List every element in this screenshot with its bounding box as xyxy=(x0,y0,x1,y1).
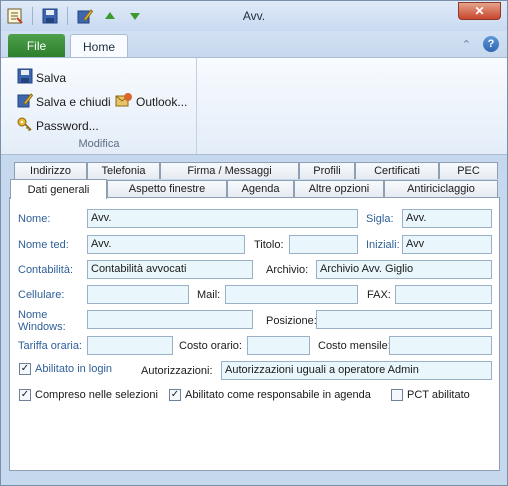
save-button-label: Salva xyxy=(36,70,67,85)
contabilita-field[interactable]: Contabilità avvocati xyxy=(87,260,253,279)
pct-abilitato-label: PCT abilitato xyxy=(407,389,470,401)
outlook-label: Outlook... xyxy=(136,94,188,109)
abilitato-login-label: Abilitato in login xyxy=(35,363,113,375)
costo-mensile-label: Costo mensile: xyxy=(318,340,391,352)
app-window: Avv. ✕ File Home ⌃ ? Salva Salva e chiud… xyxy=(0,0,508,486)
fax-field[interactable] xyxy=(395,285,492,304)
close-icon: ✕ xyxy=(474,4,485,18)
dialog-content: Indirizzo Telefonia Firma / Messaggi Pro… xyxy=(1,155,507,485)
window-title: Avv. xyxy=(242,9,266,23)
abilitato-login-checkbox[interactable]: ✓ xyxy=(19,363,31,375)
compreso-selezioni-checkbox[interactable]: ✓ xyxy=(19,389,31,401)
sigla-label: Sigla: xyxy=(366,213,394,225)
title-bar: Avv. ✕ xyxy=(1,1,507,31)
tab-agenda[interactable]: Agenda xyxy=(227,180,294,197)
responsabile-agenda-label: Abilitato come responsabile in agenda xyxy=(185,389,371,401)
tariffa-field[interactable] xyxy=(87,336,173,355)
mail-field[interactable] xyxy=(225,285,358,304)
save-button[interactable]: Salva xyxy=(17,68,66,87)
tab-indirizzo[interactable]: Indirizzo xyxy=(14,162,87,179)
titolo-label: Titolo: xyxy=(254,239,284,251)
save-close-label: Salva e chiudi xyxy=(36,94,111,109)
minimize-ribbon-icon[interactable]: ⌃ xyxy=(462,38,471,51)
iniziali-label: Iniziali: xyxy=(366,239,400,251)
posizione-field[interactable] xyxy=(316,310,492,329)
help-icon[interactable]: ? xyxy=(483,36,499,52)
outlook-icon xyxy=(115,92,133,111)
cellulare-label: Cellulare: xyxy=(18,289,65,301)
outlook-button[interactable]: Outlook... xyxy=(115,92,187,111)
tab-home[interactable]: Home xyxy=(70,34,128,58)
nome-ted-label: Nome ted: xyxy=(18,239,69,251)
check-icon: ✓ xyxy=(20,389,30,400)
nome-field[interactable]: Avv. xyxy=(87,209,358,228)
autorizzazioni-label: Autorizzazioni: xyxy=(141,365,213,377)
compreso-selezioni-label: Compreso nelle selezioni xyxy=(35,389,158,401)
sigla-field[interactable]: Avv. xyxy=(402,209,492,228)
nome-label: Nome: xyxy=(18,213,51,225)
tab-file[interactable]: File xyxy=(8,34,65,57)
close-button[interactable]: ✕ xyxy=(458,2,501,20)
key-icon xyxy=(17,116,33,135)
tab-altre-opzioni[interactable]: Altre opzioni xyxy=(294,180,384,197)
ribbon-panel: Salva Salva e chiudi Outlook... Password… xyxy=(1,57,507,155)
costo-mensile-field[interactable] xyxy=(389,336,492,355)
tab-antiriciclaggio[interactable]: Antiriciclaggio xyxy=(384,180,498,197)
posizione-label: Posizione: xyxy=(266,315,317,327)
nome-windows-field[interactable] xyxy=(87,310,253,329)
archivio-field[interactable]: Archivio Avv. Giglio xyxy=(316,260,492,279)
password-button[interactable]: Password... xyxy=(17,116,99,135)
tab-pec[interactable]: PEC xyxy=(439,162,498,179)
autorizzazioni-field[interactable]: Autorizzazioni uguali a operatore Admin xyxy=(221,361,492,380)
fax-label: FAX: xyxy=(367,289,391,301)
tab-firma-messaggi[interactable]: Firma / Messaggi xyxy=(160,162,299,179)
tab-profili[interactable]: Profili xyxy=(299,162,355,179)
ribbon-tab-row: File Home ⌃ ? xyxy=(1,31,507,58)
costo-orario-label: Costo orario: xyxy=(179,340,242,352)
save-close-button[interactable]: Salva e chiudi xyxy=(17,92,111,111)
group-label: Modifica xyxy=(78,138,120,150)
tab-aspetto-finestre[interactable]: Aspetto finestre xyxy=(107,180,227,197)
mail-label: Mail: xyxy=(197,289,221,301)
save-close-icon xyxy=(17,92,34,111)
ribbon-group-modifica: Salva Salva e chiudi Outlook... Password… xyxy=(1,58,197,154)
dati-generali-panel: Nome: Avv. Sigla: Avv. Nome ted: Avv. Ti… xyxy=(9,197,500,471)
check-icon: ✓ xyxy=(20,363,30,374)
tab-telefonia[interactable]: Telefonia xyxy=(87,162,160,179)
nome-windows-label-line2: Windows: xyxy=(18,321,66,333)
iniziali-field[interactable]: Avv xyxy=(402,235,492,254)
tariffa-label: Tariffa oraria: xyxy=(18,340,82,352)
nome-ted-field[interactable]: Avv. xyxy=(87,235,245,254)
archivio-label: Archivio: xyxy=(266,264,309,276)
costo-orario-field[interactable] xyxy=(247,336,310,355)
password-label: Password... xyxy=(36,118,99,133)
check-icon: ✓ xyxy=(170,389,180,400)
titolo-field[interactable] xyxy=(289,235,358,254)
responsabile-agenda-checkbox[interactable]: ✓ xyxy=(169,389,181,401)
pct-abilitato-checkbox[interactable] xyxy=(391,389,403,401)
tab-certificati[interactable]: Certificati xyxy=(355,162,439,179)
cellulare-field[interactable] xyxy=(87,285,189,304)
nome-windows-label-line1: Nome xyxy=(18,309,48,321)
contabilita-label: Contabilità: xyxy=(18,264,74,276)
save-icon xyxy=(17,68,33,87)
tab-dati-generali[interactable]: Dati generali xyxy=(10,179,107,199)
